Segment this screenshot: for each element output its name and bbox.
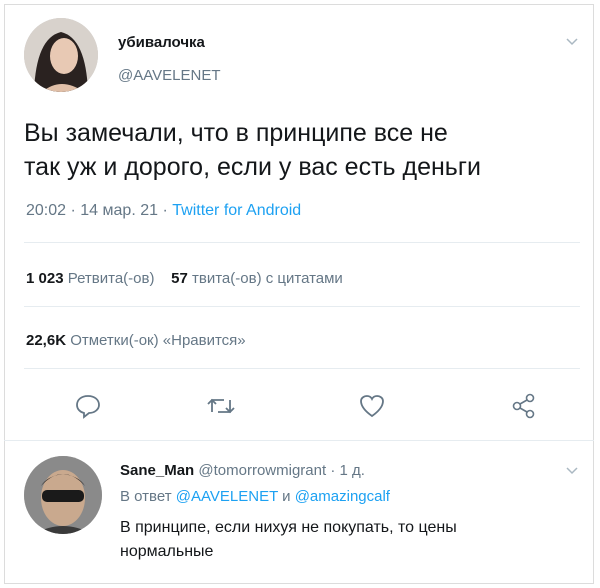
reply-header: Sane_Man @tomorrowmigrant · 1 д. xyxy=(120,462,365,479)
tweet-date[interactable]: 14 мар. 21 xyxy=(80,202,158,219)
separator-dot: · xyxy=(70,202,81,219)
retweet-icon[interactable] xyxy=(206,392,236,422)
author-name[interactable]: убивалочка xyxy=(118,34,205,51)
quotes-count: 57 xyxy=(171,270,188,287)
reply-age[interactable]: 1 д. xyxy=(339,462,364,479)
tweet-time[interactable]: 20:02 xyxy=(26,202,66,219)
tweet-meta: 20:02 · 14 мар. 21 · Twitter for Android xyxy=(26,202,301,220)
replying-to-link[interactable]: @amazingcalf xyxy=(295,488,390,505)
reply-text-line: нормальные xyxy=(120,543,214,560)
tweet-text-line: так уж и дорого, если у вас есть деньги xyxy=(24,153,481,181)
separator-dot: · xyxy=(162,202,173,219)
retweets-label: Ретвита(-ов) xyxy=(67,270,155,287)
retweets-count: 1 023 xyxy=(26,270,64,287)
author-handle[interactable]: @AAVELENET xyxy=(118,67,220,84)
reply-icon[interactable] xyxy=(74,392,104,422)
chevron-down-icon[interactable] xyxy=(566,462,578,478)
retweet-stats[interactable]: 1 023 Ретвита(-ов) 57 твита(-ов) с цитат… xyxy=(26,270,343,287)
tweet-text-line: Вы замечали, что в принципе все не xyxy=(24,119,448,147)
replying-prefix: В ответ xyxy=(120,488,172,505)
reply-author-handle[interactable]: @tomorrowmigrant xyxy=(198,462,326,479)
divider xyxy=(24,306,580,307)
like-icon[interactable] xyxy=(358,392,388,422)
replying-to: В ответ @AAVELENET и @amazingcalf xyxy=(120,488,390,505)
quotes-label: твита(-ов) с цитатами xyxy=(192,270,343,287)
tweet-source-link[interactable]: Twitter for Android xyxy=(172,202,301,219)
replying-to-link[interactable]: @AAVELENET xyxy=(176,488,278,505)
reply-author-name[interactable]: Sane_Man xyxy=(120,462,194,479)
separator-dot: · xyxy=(330,462,336,479)
divider xyxy=(24,242,580,243)
chevron-down-icon[interactable] xyxy=(566,33,578,49)
reply-text-line: В принципе, если нихуя не покупать, то ц… xyxy=(120,519,457,536)
divider xyxy=(4,440,594,441)
likes-count: 22,6K xyxy=(26,332,67,349)
author-avatar[interactable] xyxy=(24,18,98,92)
reply-author-avatar[interactable] xyxy=(24,456,102,534)
likes-label: Отметки(-ок) «Нравится» xyxy=(70,332,246,349)
likes-stats[interactable]: 22,6K Отметки(-ок) «Нравится» xyxy=(26,332,246,349)
divider xyxy=(24,368,580,369)
reply-text: В принципе, если нихуя не покупать, то ц… xyxy=(120,516,457,564)
replying-and: и xyxy=(282,488,291,505)
share-icon[interactable] xyxy=(510,392,540,422)
tweet-text: Вы замечали, что в принципе все не так у… xyxy=(24,116,584,184)
